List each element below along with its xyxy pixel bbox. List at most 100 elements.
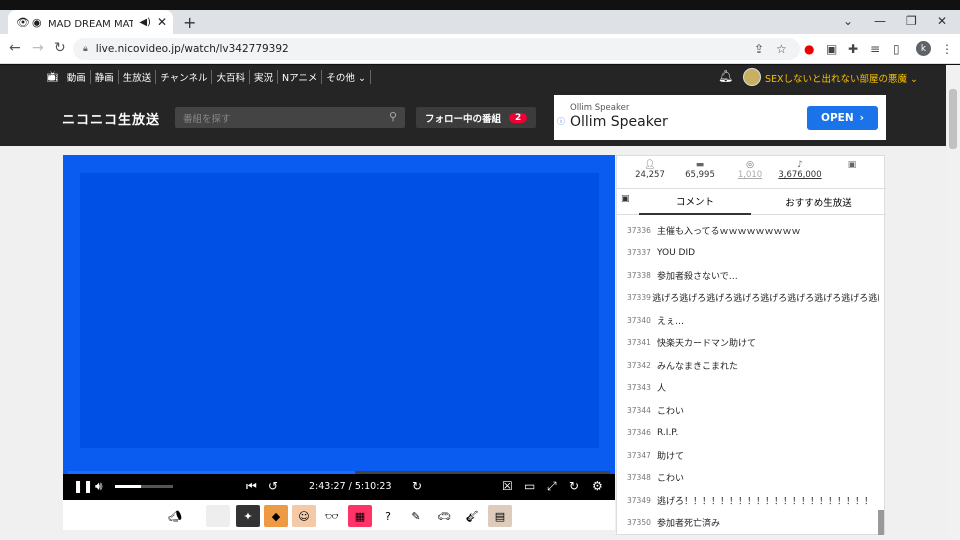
gift-item[interactable]: ▤ — [488, 505, 512, 527]
niconico-header: ニコニコ生放送 番組を探す ⚲ フォロー中の番組 2 ⓘ Ollim Speak… — [0, 89, 946, 146]
person-icon: 👤︎ — [644, 160, 656, 170]
nav-item-channel[interactable]: チャンネル — [156, 70, 213, 84]
comment-scrollbar[interactable] — [878, 510, 884, 535]
browser-toolbar: ← → ↻ 🔒︎ live.nicovideo.jp/watch/lv34277… — [0, 34, 960, 64]
nav-item-more[interactable]: その他 ⌄ — [322, 70, 371, 84]
gift-item[interactable]: 🎸︎ — [460, 505, 484, 527]
ad-info-icon[interactable]: ⓘ — [557, 116, 565, 127]
menu-icon[interactable]: ⋮ — [941, 42, 953, 56]
comment-row[interactable]: 37346 R.I.P. — [617, 422, 879, 445]
puzzle-icon[interactable]: ✚ — [848, 42, 858, 56]
comment-row[interactable]: 37350 参加者死亡済み — [617, 512, 879, 535]
reload-player-icon[interactable]: ↻ — [569, 479, 579, 493]
comment-row[interactable]: 37338 参加者殺さないで… — [617, 264, 879, 287]
comment-toggle-icon[interactable]: ☒ — [502, 479, 513, 493]
program-search-input[interactable]: 番組を探す ⚲ — [175, 107, 405, 128]
page-scrollbar-thumb[interactable] — [949, 89, 957, 149]
share-icon[interactable]: ⇪ — [754, 42, 764, 56]
browser-tab[interactable]: 👁 ◉ MAD DREAM MATCH -天 ◀) ✕ — [8, 10, 173, 34]
back-button[interactable]: ← — [9, 40, 21, 56]
gift-item[interactable]: ? — [376, 505, 400, 527]
gift-item[interactable]: ✎ — [404, 505, 428, 527]
gift-item[interactable]: ▦ — [348, 505, 372, 527]
extension-icon[interactable]: ▣ — [826, 42, 837, 56]
ad-banner[interactable]: ⓘ Ollim Speaker Ollim Speaker OPEN › — [554, 95, 886, 140]
extension-record-icon[interactable]: ● — [804, 42, 814, 56]
reload-button[interactable]: ↻ — [54, 40, 66, 56]
comment-text: R.I.P. — [657, 427, 679, 438]
ad-open-button[interactable]: OPEN › — [807, 106, 878, 130]
close-window-button[interactable]: ✕ — [937, 14, 947, 28]
tab-comment[interactable]: コメント — [639, 189, 751, 215]
settings-gear-icon[interactable]: ⚙ — [592, 479, 603, 493]
volume-icon[interactable]: 🔊︎ — [95, 479, 103, 494]
media-control-icon[interactable]: ≡ — [870, 42, 880, 56]
comment-row[interactable]: 37339逃げろ逃げろ逃げろ逃げろ逃げろ逃げろ逃げろ逃げろ逃げろ逃げろ — [617, 287, 879, 310]
nav-item-douga[interactable]: 動画 — [63, 70, 91, 84]
nav-item-jikkyo[interactable]: 実況 — [250, 70, 278, 84]
theater-mode-icon[interactable]: ▭ — [524, 479, 535, 493]
user-name[interactable]: SEXしないと出れない部屋の悪魔 ⌄ — [765, 71, 918, 85]
comment-text: こわい — [657, 406, 685, 417]
nav-item-live[interactable]: 生放送 — [119, 70, 157, 84]
comment-row[interactable]: 37347 助けて — [617, 444, 879, 467]
comment-list[interactable]: 37336 主催も入ってるｗｗｗｗｗｗｗｗｗ 37337 YOU DID 37338 参加… — [617, 219, 879, 535]
side-panel-icon[interactable]: ▯ — [893, 42, 900, 56]
address-bar[interactable]: 🔒︎ live.nicovideo.jp/watch/lv342779392 — [73, 38, 800, 60]
volume-slider-fill — [115, 485, 142, 488]
bookmark-star-icon[interactable]: ☆ — [776, 42, 787, 56]
volume-slider[interactable] — [115, 485, 173, 488]
comment-text: 主催も入ってるｗｗｗｗｗｗｗｗｗ — [657, 226, 801, 237]
rewind-10-icon[interactable]: ↺ — [268, 479, 278, 493]
fullscreen-icon[interactable]: ⤢ — [547, 479, 557, 494]
gift-item[interactable] — [206, 505, 230, 527]
comment-row[interactable]: 37343 人 — [617, 377, 879, 400]
nav-item-anime[interactable]: Nアニメ — [278, 70, 323, 84]
niconico-live-logo[interactable]: ニコニコ生放送 — [62, 109, 160, 128]
comment-row[interactable]: 37348 こわい — [617, 467, 879, 490]
nav-item-seiga[interactable]: 静画 — [91, 70, 119, 84]
comment-row[interactable]: 37341 快楽天カードマン助けて — [617, 332, 879, 355]
comment-row[interactable]: 37336 主催も入ってるｗｗｗｗｗｗｗｗｗ — [617, 219, 879, 242]
comment-panel-icon[interactable]: ▣ — [621, 194, 630, 204]
page-scrollbar[interactable] — [946, 65, 960, 540]
new-tab-button[interactable]: + — [183, 13, 196, 32]
comment-row[interactable]: 37349 逃げろ！！！！！！！！！！！！！！！！！！！！！ — [617, 489, 879, 512]
comment-row[interactable]: 37342 みんなまきこまれた — [617, 354, 879, 377]
comment-row[interactable]: 37344 こわい — [617, 399, 879, 422]
skip-to-start-icon[interactable]: ⏮ — [246, 479, 257, 494]
gift-item-bar: 📣︎ ✦ ◆ ☺ 👓︎ ▦ ? ✎ 🚗︎ 🎸︎ ▤ — [63, 500, 615, 530]
comment-text: えぇ… — [657, 316, 685, 327]
forward-10-icon[interactable]: ↻ — [412, 479, 422, 493]
gift-item[interactable]: ☺ — [292, 505, 316, 527]
tab-close-icon[interactable]: ✕ — [157, 15, 167, 29]
ad-points[interactable]: ◎ 1,010 — [725, 160, 775, 180]
megaphone-icon[interactable]: 📣︎ — [163, 505, 187, 527]
niconico-tv-icon[interactable]: 📺︎ — [46, 72, 59, 83]
gift-item[interactable]: ✦ — [236, 505, 260, 527]
gift-item[interactable]: ◆ — [264, 505, 288, 527]
minimize-button[interactable]: — — [874, 14, 886, 28]
tab-recommend[interactable]: おすすめ生放送 — [751, 189, 886, 215]
notification-bell-icon[interactable]: 🔔︎ — [718, 69, 733, 83]
nav-item-dic[interactable]: 大百科 — [212, 70, 250, 84]
restore-button[interactable]: ❐ — [906, 14, 917, 28]
glasses-icon[interactable]: 👓︎ — [320, 505, 344, 527]
pause-button[interactable]: ❚❚ — [73, 479, 93, 493]
video-frame[interactable] — [80, 173, 599, 448]
gift-item[interactable]: 🚗︎ — [432, 505, 456, 527]
forward-button[interactable]: → — [32, 40, 44, 56]
speaker-icon[interactable]: ◀) — [139, 17, 151, 28]
search-icon[interactable]: ⚲ — [389, 110, 397, 123]
comment-row[interactable]: 37340 えぇ… — [617, 309, 879, 332]
user-avatar[interactable] — [743, 68, 761, 86]
gift-points[interactable]: ♪ 3,676,000 — [775, 160, 825, 180]
comment-row[interactable]: 37337 YOU DID — [617, 242, 879, 265]
following-programs-button[interactable]: フォロー中の番組 2 — [416, 107, 536, 128]
comment-text: 人 — [657, 384, 667, 395]
lock-icon: 🔒︎ — [83, 44, 88, 54]
tab-search-icon[interactable]: ⌄ — [843, 14, 853, 28]
gift-box[interactable]: ▣ — [827, 160, 877, 170]
screen: 👁 ◉ MAD DREAM MATCH -天 ◀) ✕ + ⌄ — ❐ ✕ ← … — [0, 0, 960, 540]
profile-avatar[interactable]: k — [916, 41, 931, 56]
